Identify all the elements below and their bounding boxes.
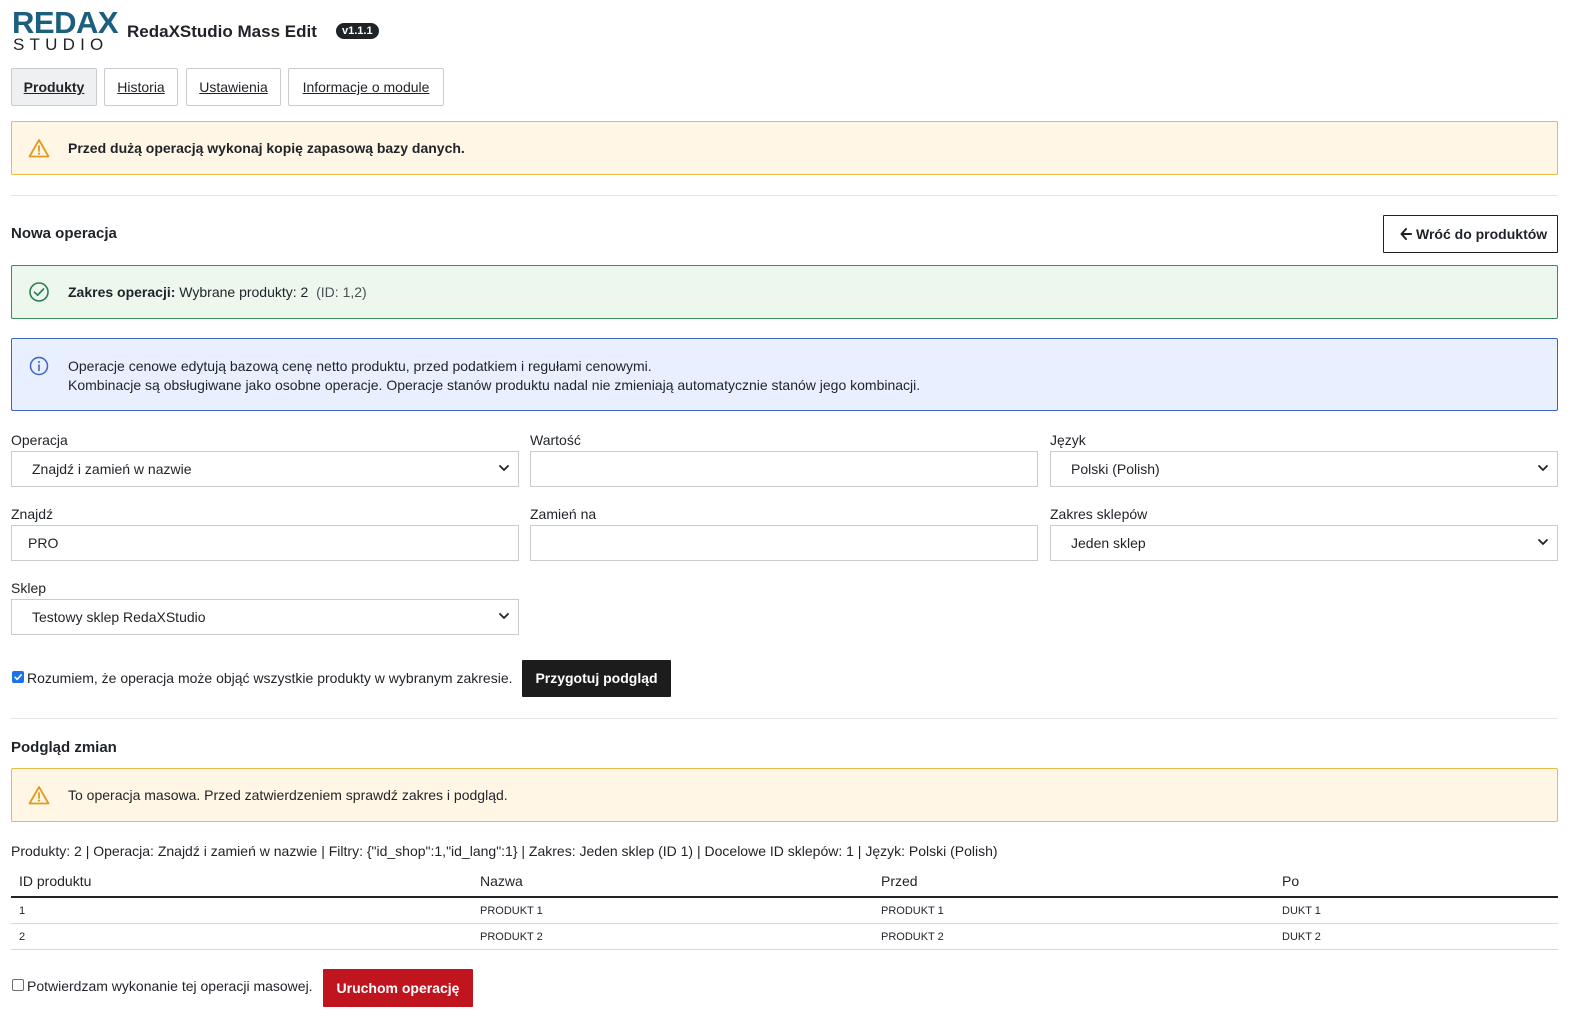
shop-label: Sklep <box>11 580 47 596</box>
check-circle-icon <box>29 282 49 302</box>
find-input[interactable]: PRO <box>11 525 519 561</box>
cell-before: PRODUKT 1 <box>873 897 1274 924</box>
column-header-name: Nazwa <box>472 866 873 898</box>
run-operation-button[interactable]: Uruchom operację <box>323 969 473 1007</box>
info-line-1: Operacje cenowe edytują bazową cenę nett… <box>68 358 652 374</box>
back-button-label: Wróć do produktów <box>1416 226 1548 242</box>
warning-triangle-icon <box>28 139 50 158</box>
backup-warning-text: Przed dużą operacją wykonaj kopię zapaso… <box>68 140 465 156</box>
shop-scope-select[interactable]: Jeden sklep <box>1050 525 1558 561</box>
shop-select-value: Testowy sklep RedaXStudio <box>32 609 206 625</box>
scope-alert: Zakres operacji: Wybrane produkty: 2 (ID… <box>11 265 1558 319</box>
tab-ustawienia[interactable]: Ustawienia <box>186 68 281 106</box>
divider <box>11 195 1558 196</box>
cell-id: 1 <box>11 897 472 924</box>
tab-historia[interactable]: Historia <box>104 68 178 106</box>
cell-before: PRODUKT 2 <box>873 923 1274 950</box>
backup-warning-alert: Przed dużą operacją wykonaj kopię zapaso… <box>11 121 1558 175</box>
section-title-preview: Podgląd zmian <box>11 739 117 756</box>
value-input[interactable] <box>530 451 1038 487</box>
replace-input[interactable] <box>530 525 1038 561</box>
column-header-id: ID produktu <box>11 866 472 898</box>
table-row: 2 PRODUKT 2 PRODUKT 2 DUKT 2 <box>11 923 1558 950</box>
find-input-text: PRO <box>28 535 59 551</box>
operation-select[interactable]: Znajdź i zamień w nazwie <box>11 451 519 487</box>
mass-operation-warning-alert: To operacja masowa. Przed zatwierdzeniem… <box>11 768 1558 822</box>
operation-label: Operacja <box>11 432 68 448</box>
logo-studio-text: STUDIO <box>13 35 109 54</box>
scope-text: Zakres operacji: Wybrane produkty: 2 (ID… <box>68 284 367 300</box>
find-label: Znajdź <box>11 506 54 522</box>
language-select-value: Polski (Polish) <box>1071 461 1160 477</box>
value-label: Wartość <box>530 432 581 448</box>
column-header-after: Po <box>1274 866 1558 898</box>
version-badge: v1.1.1 <box>336 23 379 39</box>
scope-selected: Wybrane produkty: 2 <box>179 284 309 300</box>
cell-after: DUKT 2 <box>1274 923 1558 950</box>
preview-summary: Produkty: 2 | Operacja: Znajdź i zamień … <box>11 843 998 859</box>
arrow-left-icon <box>1400 228 1412 240</box>
replace-label: Zamień na <box>530 506 597 522</box>
tab-informacje-o-module[interactable]: Informacje o module <box>288 68 444 106</box>
chevron-down-icon <box>1538 465 1548 471</box>
chevron-down-icon <box>499 465 509 471</box>
confirm-checkbox-label[interactable]: Potwierdzam wykonanie tej operacji masow… <box>27 978 313 994</box>
table-row: 1 PRODUKT 1 PRODUKT 1 DUKT 1 <box>11 897 1558 924</box>
info-line-2: Kombinacje są obsługiwane jako osobne op… <box>68 377 921 393</box>
cell-name: PRODUKT 1 <box>472 897 873 924</box>
table-header-row: ID produktu Nazwa Przed Po <box>11 866 1558 898</box>
warning-triangle-icon <box>28 786 50 805</box>
back-to-products-button[interactable]: Wróć do produktów <box>1383 215 1558 253</box>
language-select[interactable]: Polski (Polish) <box>1050 451 1558 487</box>
shop-scope-label: Zakres sklepów <box>1050 506 1148 522</box>
shop-scope-select-value: Jeden sklep <box>1071 535 1146 551</box>
shop-select[interactable]: Testowy sklep RedaXStudio <box>11 599 519 635</box>
operation-select-value: Znajdź i zamień w nazwie <box>32 461 192 477</box>
scope-label: Zakres operacji: <box>68 284 176 300</box>
brand-logo: REDAX STUDIO <box>12 7 119 54</box>
understand-checkbox-label[interactable]: Rozumiem, że operacja może objąć wszystk… <box>27 670 513 686</box>
cell-name: PRODUKT 2 <box>472 923 873 950</box>
prepare-preview-button[interactable]: Przygotuj podgląd <box>522 660 671 697</box>
tab-produkty[interactable]: Produkty <box>11 68 97 106</box>
app-header: REDAX STUDIO RedaXStudio Mass Edit v1.1.… <box>11 7 711 54</box>
app-title: RedaXStudio Mass Edit <box>127 22 317 41</box>
logo-redax-text: REDAX <box>12 5 119 40</box>
chevron-down-icon <box>1538 539 1548 545</box>
mass-operation-warning-text: To operacja masowa. Przed zatwierdzeniem… <box>68 787 508 803</box>
info-circle-icon <box>29 356 49 376</box>
language-label: Język <box>1050 432 1086 448</box>
cell-after: DUKT 1 <box>1274 897 1558 924</box>
info-alert: Operacje cenowe edytują bazową cenę nett… <box>11 338 1558 411</box>
divider <box>11 718 1558 719</box>
confirm-checkbox[interactable] <box>12 979 24 991</box>
section-title-new-operation: Nowa operacja <box>11 225 117 242</box>
checkmark-icon <box>14 674 22 681</box>
chevron-down-icon <box>499 613 509 619</box>
understand-checkbox[interactable] <box>12 671 24 683</box>
scope-ids: (ID: 1,2) <box>316 284 367 300</box>
cell-id: 2 <box>11 923 472 950</box>
preview-table: ID produktu Nazwa Przed Po 1 PRODUKT 1 P… <box>11 866 1558 950</box>
column-header-before: Przed <box>873 866 1274 898</box>
